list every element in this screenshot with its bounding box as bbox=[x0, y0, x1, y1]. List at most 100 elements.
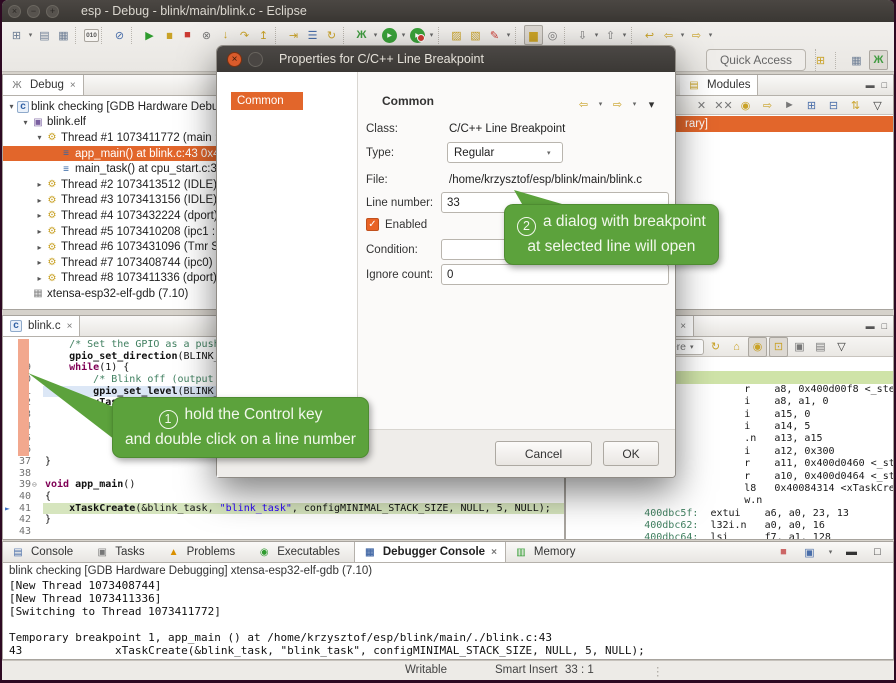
previous-annotation-icon[interactable]: ⇧ bbox=[601, 25, 620, 45]
code-line[interactable]: 42 { bbox=[3, 491, 564, 503]
open-new-view-icon[interactable]: ▣ bbox=[790, 337, 809, 357]
separator[interactable] bbox=[515, 27, 522, 44]
type-dropdown[interactable]: Regular ▾ bbox=[447, 142, 563, 163]
sort-icon[interactable]: ⇅ bbox=[846, 96, 865, 115]
expand-arrow-icon[interactable]: ▸ bbox=[34, 211, 45, 220]
code-line[interactable]: 41 ⊖ void app_main() bbox=[3, 479, 564, 491]
link-with-editor-icon[interactable]: ◎ bbox=[543, 25, 562, 45]
separator[interactable] bbox=[75, 27, 82, 44]
select-icon[interactable]: ► bbox=[780, 96, 799, 115]
resume-icon[interactable]: ▶ bbox=[140, 25, 159, 45]
maximize-panel-icon[interactable]: □ bbox=[882, 80, 887, 90]
back-icon[interactable]: ⇦ bbox=[659, 25, 678, 45]
disassembly-row[interactable]: 400dbc64: lsi f7, a1, 128 bbox=[566, 520, 893, 532]
separator[interactable] bbox=[564, 27, 571, 44]
tab-tasks[interactable]: ▣ Tasks bbox=[87, 542, 158, 562]
expand-arrow-icon[interactable]: ▸ bbox=[34, 258, 45, 267]
last-edit-location-icon[interactable]: ↩ bbox=[640, 25, 659, 45]
search-caret[interactable]: ▾ bbox=[504, 25, 513, 45]
window-maximize-button[interactable]: + bbox=[46, 5, 59, 18]
tab-memory[interactable]: ▥ Memory bbox=[506, 542, 590, 562]
next-annotation-caret[interactable]: ▾ bbox=[592, 25, 601, 45]
new-wizard-caret[interactable]: ▾ bbox=[26, 25, 35, 45]
forward-caret[interactable]: ▾ bbox=[706, 25, 715, 45]
forward-icon[interactable]: ⇨ bbox=[608, 94, 627, 114]
instruction-stepping-icon[interactable]: ⇥ bbox=[284, 25, 303, 45]
new-wizard-icon[interactable]: ⊞ bbox=[7, 25, 26, 45]
chevron-down-icon[interactable]: ▾ bbox=[690, 343, 699, 351]
save-icon[interactable]: ▤ bbox=[35, 25, 54, 45]
disassembly-row[interactable]: w.n bbox=[566, 483, 893, 495]
ok-button[interactable]: OK bbox=[603, 441, 659, 466]
previous-annotation-caret[interactable]: ▾ bbox=[620, 25, 629, 45]
minimize-panel-icon[interactable]: ▬ bbox=[866, 321, 875, 331]
separator[interactable] bbox=[835, 52, 842, 69]
tab-modules[interactable]: ▤ Modules bbox=[680, 75, 758, 95]
close-icon[interactable]: × bbox=[70, 80, 76, 91]
open-perspective-icon[interactable]: ⊞ bbox=[811, 50, 830, 70]
drag-grip-icon[interactable]: ⋮ bbox=[652, 664, 664, 678]
expand-arrow-icon[interactable]: ▸ bbox=[34, 227, 45, 236]
expand-arrow-icon[interactable]: ▾ bbox=[6, 102, 17, 111]
use-step-filters-icon[interactable]: ☰ bbox=[303, 25, 322, 45]
code-line[interactable]: 43 ► xTaskCreate(&blink_task, "blink_tas… bbox=[3, 503, 564, 515]
expand-arrow-icon[interactable]: ▸ bbox=[34, 274, 45, 283]
disconnect-icon[interactable]: ⊗ bbox=[197, 25, 216, 45]
fold-icon[interactable]: ⊖ bbox=[32, 479, 37, 491]
window-minimize-button[interactable]: − bbox=[27, 5, 40, 18]
tab-debug[interactable]: Ж Debug × bbox=[3, 75, 84, 95]
goto-file-icon[interactable]: ⇨ bbox=[758, 96, 777, 115]
suspend-icon[interactable]: ▮▮ bbox=[159, 25, 178, 45]
minimize-panel-icon[interactable]: ▬ bbox=[866, 80, 875, 90]
run-icon[interactable]: ▶ bbox=[382, 28, 397, 43]
pin-view-icon[interactable]: ▤ bbox=[811, 337, 830, 357]
view-menu-icon[interactable]: ▽ bbox=[868, 96, 887, 115]
maximize-panel-icon[interactable]: □ bbox=[868, 542, 887, 562]
debug-icon[interactable]: Ж bbox=[352, 25, 371, 45]
external-tools-caret[interactable]: ▾ bbox=[427, 25, 436, 45]
view-menu-icon[interactable]: ▽ bbox=[832, 337, 851, 357]
sync-selection-icon[interactable]: ⊡ bbox=[769, 337, 788, 357]
cancel-button[interactable]: Cancel bbox=[495, 441, 592, 466]
disassembly-row[interactable]: 400dbc62: l32i.n a0, a0, 16 bbox=[566, 508, 893, 520]
maximize-panel-icon[interactable]: □ bbox=[882, 321, 887, 331]
expand-arrow-icon[interactable]: ▸ bbox=[34, 196, 45, 205]
tab-executables[interactable]: ◉ Executables bbox=[249, 542, 354, 562]
close-icon[interactable]: × bbox=[67, 321, 73, 332]
separator[interactable] bbox=[631, 27, 638, 44]
dialog-maximize-button[interactable] bbox=[248, 52, 263, 67]
back-caret[interactable]: ▾ bbox=[596, 94, 605, 114]
sidebar-item-common[interactable]: Common bbox=[231, 92, 303, 110]
display-console-caret[interactable]: ▾ bbox=[826, 542, 835, 562]
code-line[interactable]: 45 bbox=[3, 526, 564, 538]
open-folder-icon[interactable]: ▨ bbox=[447, 25, 466, 45]
external-tools-icon[interactable]: ▶ bbox=[410, 28, 425, 43]
debug-perspective-icon[interactable]: Ж bbox=[869, 50, 888, 70]
back-icon[interactable]: ⇦ bbox=[574, 94, 593, 114]
refresh-icon[interactable]: ↻ bbox=[706, 337, 725, 357]
window-close-button[interactable]: × bbox=[8, 5, 21, 18]
debug-caret[interactable]: ▾ bbox=[371, 25, 380, 45]
step-over-icon[interactable]: ↷ bbox=[235, 25, 254, 45]
expand-arrow-icon[interactable]: ▸ bbox=[34, 243, 45, 252]
remove-all-icon[interactable]: ✕✕ bbox=[714, 96, 733, 115]
forward-caret[interactable]: ▾ bbox=[630, 94, 639, 114]
separator[interactable] bbox=[438, 27, 445, 44]
collapse-all-icon[interactable]: ⊟ bbox=[824, 96, 843, 115]
open-type-icon[interactable]: ▧ bbox=[466, 25, 485, 45]
run-caret[interactable]: ▾ bbox=[399, 25, 408, 45]
tab-problems[interactable]: ▲ Problems bbox=[159, 542, 250, 562]
tab-console[interactable]: ▤ Console bbox=[3, 542, 87, 562]
save-all-icon[interactable]: ▦ bbox=[54, 25, 73, 45]
minimize-panel-icon[interactable]: ▬ bbox=[842, 542, 861, 562]
tab-blink-c[interactable]: c blink.c × bbox=[3, 316, 80, 336]
separator[interactable] bbox=[343, 27, 350, 44]
load-symbols-icon[interactable]: ◉ bbox=[736, 96, 755, 115]
quick-access-button[interactable]: Quick Access bbox=[706, 49, 806, 71]
expand-arrow-icon[interactable]: ▸ bbox=[34, 180, 45, 189]
cpp-perspective-icon[interactable]: ▦ bbox=[847, 50, 866, 70]
next-annotation-icon[interactable]: ⇩ bbox=[573, 25, 592, 45]
expand-all-icon[interactable]: ⊞ bbox=[802, 96, 821, 115]
step-into-icon[interactable]: ↓ bbox=[216, 25, 235, 45]
display-console-icon[interactable]: ▣ bbox=[800, 542, 819, 562]
